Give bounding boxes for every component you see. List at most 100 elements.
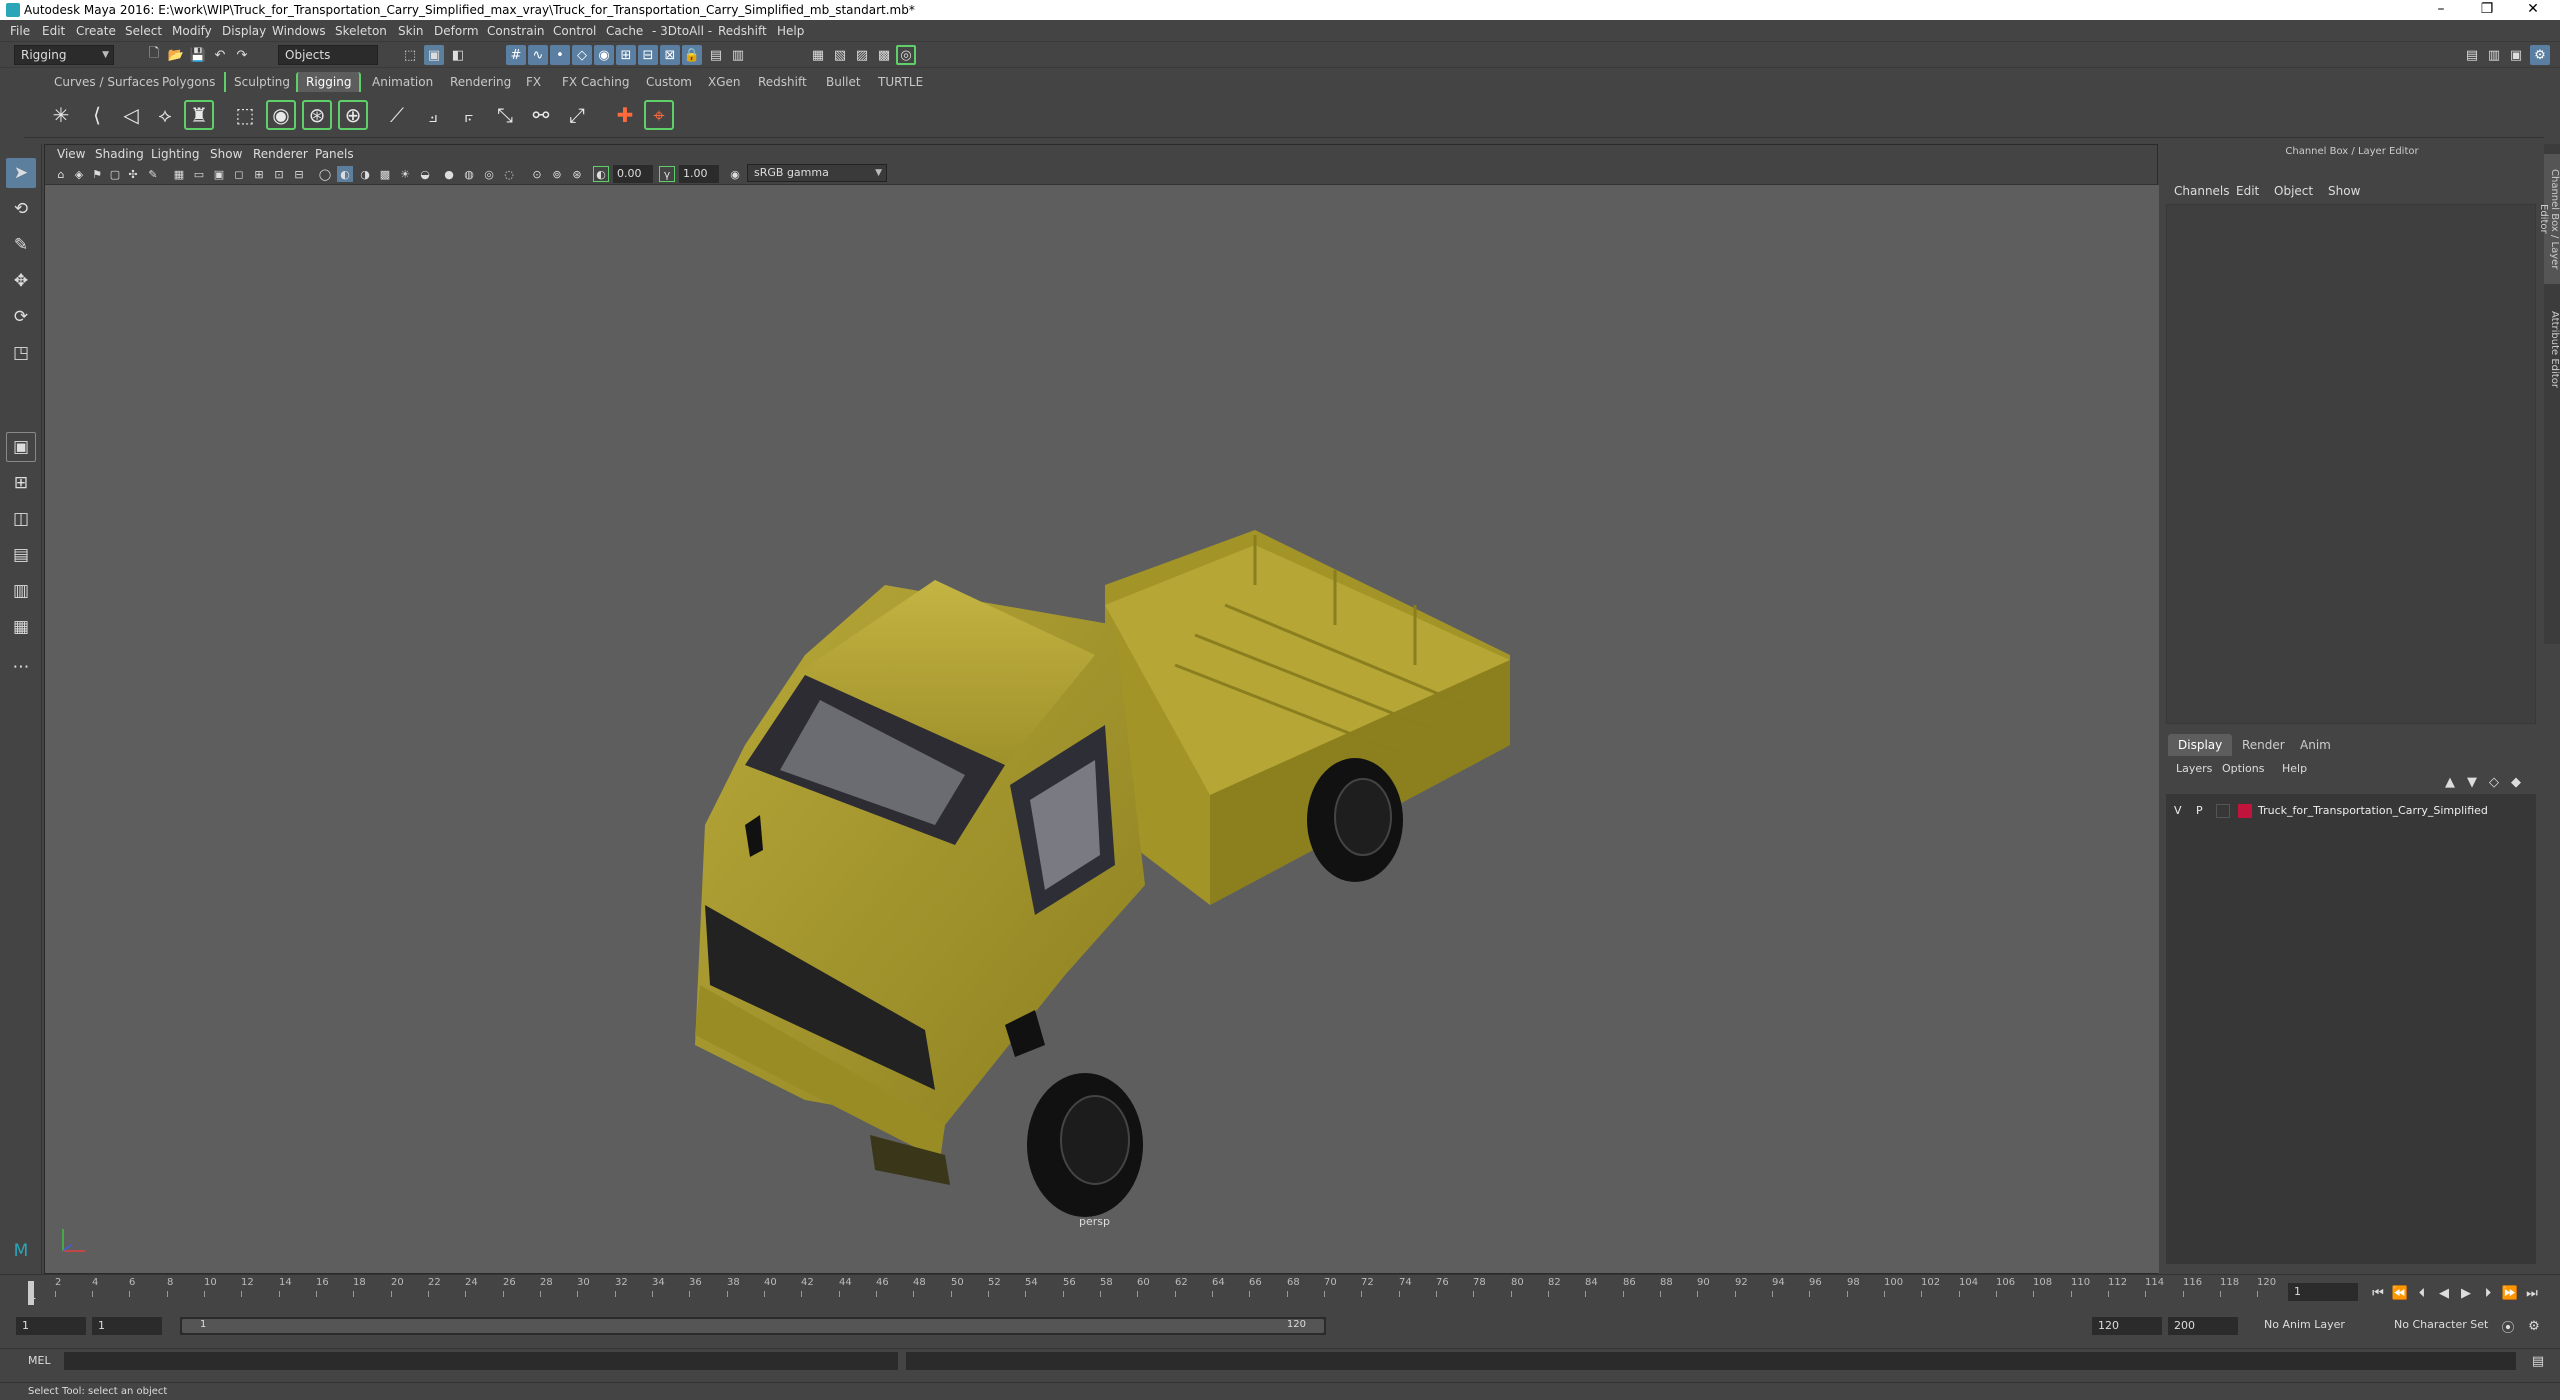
hypershade-icon[interactable]: ◎ [896,45,916,65]
point-constraint-icon[interactable]: ⌖ [644,100,674,130]
menuset-dropdown[interactable]: Rigging ▼ [14,45,114,65]
current-time-marker[interactable] [28,1281,34,1305]
vp-menu-show[interactable]: Show [210,147,242,161]
snap-view-plane-icon[interactable]: ◇ [572,45,592,65]
side-tab-channel-box[interactable]: Channel Box / Layer Editor [2538,154,2560,284]
truck-model[interactable] [45,185,2159,1273]
new-empty-layer-icon[interactable]: ◇ [2486,774,2502,790]
menu-file[interactable]: File [10,24,30,38]
snap-curve-icon[interactable]: ∿ [528,45,548,65]
tab-fx-caching[interactable]: FX Caching [554,72,637,92]
playback-start-field[interactable]: 1 [92,1317,162,1335]
vp-menu-renderer[interactable]: Renderer [253,147,308,161]
xray-icon[interactable]: ⊚ [549,166,565,182]
menu-deform[interactable]: Deform [434,24,479,38]
create-joints-icon[interactable]: ✳ [46,100,76,130]
menu-control[interactable]: Control [553,24,596,38]
layer-menu-help[interactable]: Help [2282,762,2307,775]
select-by-hierarchy-icon[interactable]: ⬚ [400,45,420,65]
select-by-component-icon[interactable]: ◧ [448,45,468,65]
tab-curves-surfaces[interactable]: Curves / Surfaces [46,72,167,92]
ik-rotate-plane-icon[interactable]: ⤡ [490,100,520,130]
layer-color-swatch[interactable] [2238,804,2252,818]
tab-anim[interactable]: Anim [2290,734,2341,756]
color-management-icon[interactable]: ◉ [727,166,743,182]
xray-joints-icon[interactable]: ⊛ [569,166,585,182]
ik-spline-icon[interactable]: ⟓ [418,100,448,130]
3d-scene[interactable] [45,185,2159,1273]
safe-title-icon[interactable]: ⊟ [291,166,307,182]
step-forward-key-icon[interactable]: ⏩ [2500,1283,2520,1303]
ipr-render-icon[interactable]: ▨ [852,45,872,65]
mirror-joint-icon[interactable]: ◁ [116,100,146,130]
layer-row[interactable]: V P Truck_for_Transportation_Carry_Simpl… [2166,802,2536,820]
grease-pencil-icon[interactable]: ✎ [145,166,161,182]
undo-icon[interactable]: ↶ [210,45,230,65]
tab-display[interactable]: Display [2168,734,2233,756]
wireframe-on-shaded-icon[interactable]: ◑ [357,166,373,182]
play-backward-icon[interactable]: ◀ [2434,1283,2454,1303]
outliner-layout-icon[interactable]: ▤ [6,540,36,570]
range-bar[interactable]: 1 120 [180,1317,1326,1335]
render-view-icon[interactable]: ▦ [808,45,828,65]
vp-menu-panels[interactable]: Panels [315,147,354,161]
snap-live-icon[interactable]: ◉ [594,45,614,65]
use-lights-icon[interactable]: ☀ [397,166,413,182]
playback-end-field[interactable]: 120 [2092,1317,2162,1335]
mel-label[interactable]: MEL [28,1354,51,1367]
ik-spring-icon[interactable]: ⟔ [454,100,484,130]
auto-key-icon[interactable]: ⦿ [2498,1316,2518,1336]
character-set-dropdown[interactable]: No Character Set [2388,1317,2508,1335]
image-plane-icon[interactable]: ▢ [107,166,123,182]
film-gate-icon[interactable]: ▭ [191,166,207,182]
time-ruler[interactable]: 2 4 6 8 10 12 14 16 18 20 22 24 26 28 30 32 34 36 38 40 42 44… [30,1277,2276,1307]
tab-turtle[interactable]: TURTLE [870,72,931,92]
panel-toggle-icon[interactable]: ▣ [2506,45,2526,65]
step-back-key-icon[interactable]: ⏪ [2390,1283,2410,1303]
bookmark-icon[interactable]: ⚑ [89,166,105,182]
vp-menu-shading[interactable]: Shading [95,147,144,161]
resolution-gate-icon[interactable]: ▣ [211,166,227,182]
command-input[interactable] [64,1352,898,1370]
snap-grid-icon[interactable]: # [506,45,526,65]
lasso-tool-icon[interactable]: ⟲ [6,194,36,224]
depth-of-field-icon[interactable]: ◌ [501,166,517,182]
maximize-button[interactable]: ❐ [2464,0,2510,20]
multisample-aa-icon[interactable]: ◎ [481,166,497,182]
tab-animation[interactable]: Animation [364,72,441,92]
history-icon[interactable]: ⊞ [616,45,636,65]
script-editor-icon[interactable]: ▤ [2528,1351,2548,1371]
hypershade-layout-icon[interactable]: ▦ [6,612,36,642]
go-to-end-icon[interactable]: ⏭ [2522,1283,2542,1303]
layer-menu-options[interactable]: Options [2222,762,2264,775]
menu-display[interactable]: Display [222,24,266,38]
anim-prefs-icon[interactable]: ⚙ [2524,1316,2544,1336]
layer-name[interactable]: Truck_for_Transportation_Carry_Simplifie… [2258,804,2488,817]
camera-attr-icon[interactable]: ◈ [71,166,87,182]
constraint-icon[interactable]: ⤢ [562,100,592,130]
step-back-frame-icon[interactable]: ⏴ [2412,1283,2432,1303]
graph-layout-icon[interactable]: ▥ [6,576,36,606]
side-tab-attribute-editor[interactable]: Attribute Editor [2544,304,2560,394]
new-layer-selected-icon[interactable]: ◆ [2508,774,2524,790]
play-forward-icon[interactable]: ▶ [2456,1283,2476,1303]
settings-gear-icon[interactable]: ⚙ [2530,45,2550,65]
camera-select-icon[interactable]: ⌂ [53,166,69,182]
cb-menu-channels[interactable]: Channels [2174,184,2230,198]
layout-icon[interactable]: ▥ [2484,45,2504,65]
menu-skin[interactable]: Skin [398,24,424,38]
gamma-icon[interactable]: γ [659,166,675,182]
go-to-start-icon[interactable]: ⏮ [2368,1283,2388,1303]
tab-redshift[interactable]: Redshift [750,72,815,92]
menu-select[interactable]: Select [125,24,162,38]
rotate-tool-icon[interactable]: ⟳ [6,302,36,332]
layer-menu-layers[interactable]: Layers [2176,762,2212,775]
current-frame-field[interactable]: 1 [2288,1283,2358,1301]
smooth-shade-icon[interactable]: ◐ [337,166,353,182]
render-frame-icon[interactable]: ▧ [830,45,850,65]
vp-menu-view[interactable]: View [57,147,85,161]
end-time-field[interactable]: 200 [2168,1317,2238,1335]
tab-fx[interactable]: FX [518,72,549,92]
tab-custom[interactable]: Custom [638,72,700,92]
tab-rigging[interactable]: Rigging [296,72,362,92]
